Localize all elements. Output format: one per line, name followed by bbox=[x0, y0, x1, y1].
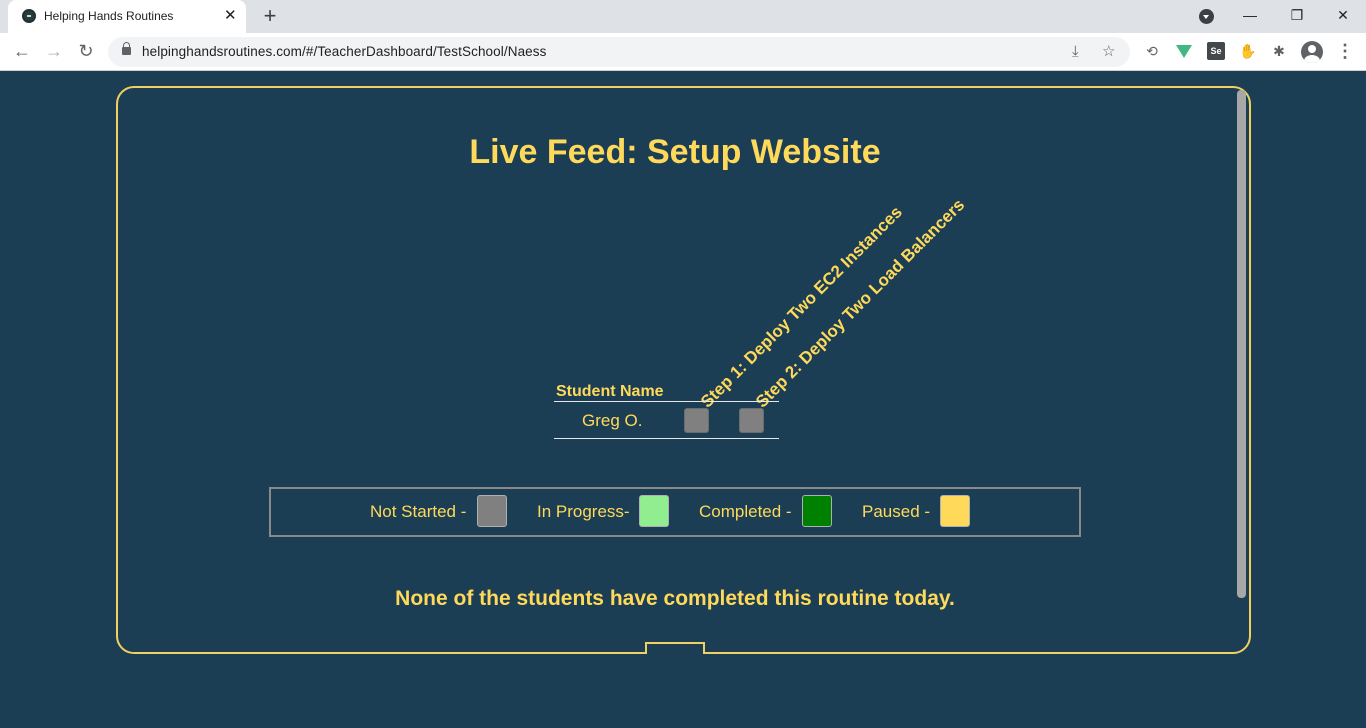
legend-swatch-completed bbox=[802, 495, 832, 527]
browser-tab[interactable]: Helping Hands Routines ✕ bbox=[8, 0, 246, 33]
completion-message: None of the students have completed this… bbox=[395, 587, 955, 610]
student-name-header: Student Name bbox=[556, 383, 664, 400]
site-favicon-icon bbox=[22, 9, 36, 23]
panel-bottom-tab[interactable] bbox=[645, 642, 705, 654]
legend-swatch-not-started bbox=[477, 495, 507, 527]
close-window-button[interactable]: ✕ bbox=[1333, 4, 1353, 26]
table-header-divider bbox=[554, 401, 779, 402]
profile-avatar-icon[interactable] bbox=[1301, 41, 1323, 63]
back-button[interactable]: ← bbox=[10, 39, 34, 63]
step-2-status-not-started bbox=[739, 408, 764, 433]
install-app-icon[interactable]: ⤓ bbox=[1072, 42, 1079, 62]
url-text[interactable]: helpinghandsroutines.com/#/TeacherDashbo… bbox=[142, 44, 547, 59]
tab-search-icon[interactable] bbox=[1199, 9, 1214, 24]
new-tab-button[interactable]: + bbox=[260, 3, 280, 29]
page-title: Live Feed: Setup Website bbox=[469, 133, 881, 171]
selenium-ide-icon[interactable]: Se bbox=[1207, 42, 1225, 60]
browser-tab-strip: Helping Hands Routines ✕ + — ❐ ✕ bbox=[0, 0, 1366, 33]
legend-label-completed: Completed - bbox=[699, 502, 792, 521]
minimize-button[interactable]: — bbox=[1240, 4, 1260, 26]
forward-button[interactable]: → bbox=[42, 39, 66, 63]
bookmark-star-icon[interactable]: ☆ bbox=[1102, 42, 1115, 62]
legend-label-not-started: Not Started - bbox=[370, 502, 467, 521]
legend-swatch-in-progress bbox=[639, 495, 669, 527]
legend-swatch-paused bbox=[940, 495, 970, 527]
restore-button[interactable]: ❐ bbox=[1287, 4, 1307, 26]
step-1-status-not-started bbox=[684, 408, 709, 433]
reload-button[interactable]: ↻ bbox=[74, 39, 98, 63]
lock-icon[interactable] bbox=[122, 42, 131, 55]
extension-sync-icon[interactable]: ⟲ bbox=[1143, 42, 1161, 60]
browser-menu-icon[interactable]: ⋮ bbox=[1336, 39, 1354, 63]
tab-title: Helping Hands Routines bbox=[44, 9, 174, 23]
legend-label-paused: Paused - bbox=[862, 502, 931, 521]
address-bar[interactable]: helpinghandsroutines.com/#/TeacherDashbo… bbox=[108, 37, 1130, 67]
table-row-divider bbox=[554, 438, 779, 439]
legend-label-in-progress: In Progress- bbox=[537, 502, 630, 521]
vue-devtools-icon[interactable] bbox=[1176, 45, 1192, 58]
browser-toolbar: ← → ↻ helpinghandsroutines.com/#/Teacher… bbox=[0, 33, 1366, 71]
extensions-puzzle-icon[interactable]: ✱ bbox=[1270, 42, 1288, 60]
tab-close-icon[interactable]: ✕ bbox=[224, 7, 237, 25]
hand-extension-icon[interactable]: ✋ bbox=[1239, 42, 1257, 60]
student-name-cell: Greg O. bbox=[582, 411, 643, 430]
